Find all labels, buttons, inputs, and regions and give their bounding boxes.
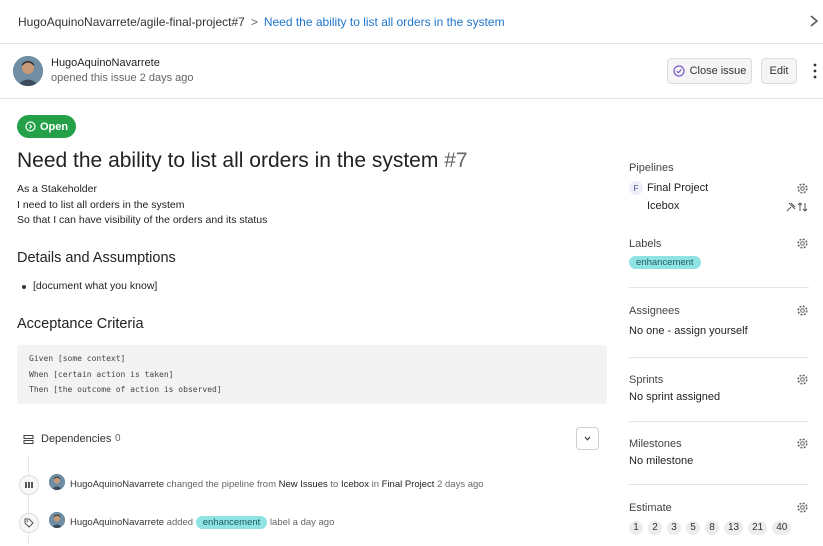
estimate-option[interactable]: 13 — [724, 521, 744, 535]
status-badge: Open — [17, 115, 76, 138]
activity-user[interactable]: HugoAquinoNavarrete — [70, 479, 164, 490]
code-block: Given [some context] When [certain actio… — [17, 345, 607, 404]
gear-icon[interactable] — [796, 437, 809, 450]
label-badge[interactable]: enhancement — [629, 256, 701, 269]
list-item-text: [document what you know] — [33, 280, 158, 292]
gear-icon[interactable] — [796, 182, 809, 195]
description-line: So that I can have visibility of the ord… — [17, 214, 268, 226]
milestones-title: Milestones — [629, 438, 682, 450]
pipeline-board-avatar: F — [629, 181, 643, 195]
divider — [629, 287, 809, 288]
estimate-option[interactable]: 2 — [648, 521, 662, 535]
details-heading: Details and Assumptions — [17, 250, 176, 266]
code-line: Then [the outcome of action is observed] — [29, 385, 222, 394]
breadcrumb-separator: > — [250, 14, 258, 29]
opened-timestamp: opened this issue 2 days ago — [51, 72, 194, 84]
gear-icon[interactable] — [796, 304, 809, 317]
activity-board: Final Project — [381, 479, 435, 490]
issue-number: #7 — [444, 149, 468, 172]
activity-text: changed the pipeline from — [166, 479, 276, 490]
gear-icon[interactable] — [796, 501, 809, 514]
activity-text: in — [371, 479, 379, 490]
edit-button[interactable]: Edit — [761, 58, 797, 84]
list-item: [document what you know] — [22, 280, 157, 292]
assign-yourself-link[interactable]: assign yourself — [674, 325, 747, 337]
estimate-option[interactable]: 1 — [629, 521, 643, 535]
close-issue-label: Close issue — [689, 65, 747, 77]
issue-title: Need the ability to list all orders in t… — [17, 149, 468, 173]
estimate-option[interactable]: 21 — [748, 521, 768, 535]
sprints-value: No sprint assigned — [629, 391, 721, 403]
activity-to: Icebox — [340, 479, 369, 490]
issue-title-text: Need the ability to list all orders in t… — [17, 149, 439, 172]
activity-text: to — [330, 479, 339, 490]
description-line: As a Stakeholder — [17, 183, 97, 195]
estimate-option[interactable]: 40 — [772, 521, 792, 535]
pin-sort-icon[interactable] — [785, 201, 809, 213]
dependencies-expand-button[interactable] — [576, 427, 599, 450]
avatar[interactable] — [49, 474, 65, 490]
estimate-title: Estimate — [629, 502, 672, 514]
more-options-icon[interactable] — [810, 62, 820, 80]
pipelines-title: Pipelines — [629, 162, 674, 174]
gear-icon[interactable] — [796, 237, 809, 250]
check-circle-icon — [672, 65, 685, 77]
activity-user[interactable]: HugoAquinoNavarrete — [70, 517, 164, 528]
pipeline-stage[interactable]: Icebox — [647, 200, 679, 212]
assignees-title: Assignees — [629, 305, 680, 317]
board-icon — [25, 482, 33, 488]
breadcrumb: HugoAquinoNavarrete/agile-final-project#… — [0, 0, 823, 44]
divider — [629, 357, 809, 358]
open-status-icon — [25, 121, 36, 132]
chevron-right-icon[interactable] — [807, 13, 821, 29]
sprints-title: Sprints — [629, 374, 664, 386]
dependencies-section: Dependencies 0 — [17, 423, 607, 455]
activity-from: New Issues — [278, 479, 328, 490]
activity-pipeline-icon — [19, 475, 39, 495]
assignees-value: No one - assign yourself — [629, 325, 748, 337]
dependencies-label: Dependencies — [41, 433, 112, 445]
label-badge[interactable]: enhancement — [195, 516, 268, 529]
divider — [629, 421, 809, 422]
divider — [629, 484, 809, 485]
estimate-option[interactable]: 8 — [705, 521, 719, 535]
estimate-option[interactable]: 3 — [667, 521, 681, 535]
description-line: I need to list all orders in the system — [17, 199, 185, 211]
activity-item: HugoAquinoNavarrete changed the pipeline… — [70, 479, 484, 490]
activity-time: 2 days ago — [437, 479, 484, 490]
estimate-options: 1 2 3 5 8 13 21 40 — [629, 521, 792, 535]
tag-icon — [24, 518, 34, 528]
assignees-none: No one - — [629, 325, 672, 337]
activity-text: added — [166, 517, 194, 528]
code-line: When [certain action is taken] — [29, 370, 174, 379]
dependencies-icon — [23, 435, 34, 444]
avatar[interactable] — [13, 56, 43, 86]
pipeline-board-name[interactable]: Final Project — [647, 182, 708, 194]
activity-label-icon — [19, 513, 39, 533]
dependencies-count: 0 — [115, 433, 121, 444]
acceptance-heading: Acceptance Criteria — [17, 316, 144, 332]
activity-text: label a day ago — [269, 517, 335, 528]
avatar[interactable] — [49, 512, 65, 528]
chevron-down-icon — [584, 436, 591, 441]
status-label: Open — [39, 120, 69, 133]
milestones-value: No milestone — [629, 455, 694, 467]
code-line: Given [some context] — [29, 354, 126, 363]
activity-item: HugoAquinoNavarrete added enhancement la… — [70, 516, 334, 529]
close-issue-button[interactable]: Close issue — [667, 58, 752, 84]
estimate-option[interactable]: 5 — [686, 521, 700, 535]
author-name[interactable]: HugoAquinoNavarrete — [51, 57, 160, 69]
labels-title: Labels — [629, 238, 662, 250]
gear-icon[interactable] — [796, 373, 809, 386]
breadcrumb-project-link[interactable]: HugoAquinoNavarrete/agile-final-project#… — [18, 15, 245, 29]
breadcrumb-current-link[interactable]: Need the ability to list all orders in t… — [264, 15, 505, 29]
